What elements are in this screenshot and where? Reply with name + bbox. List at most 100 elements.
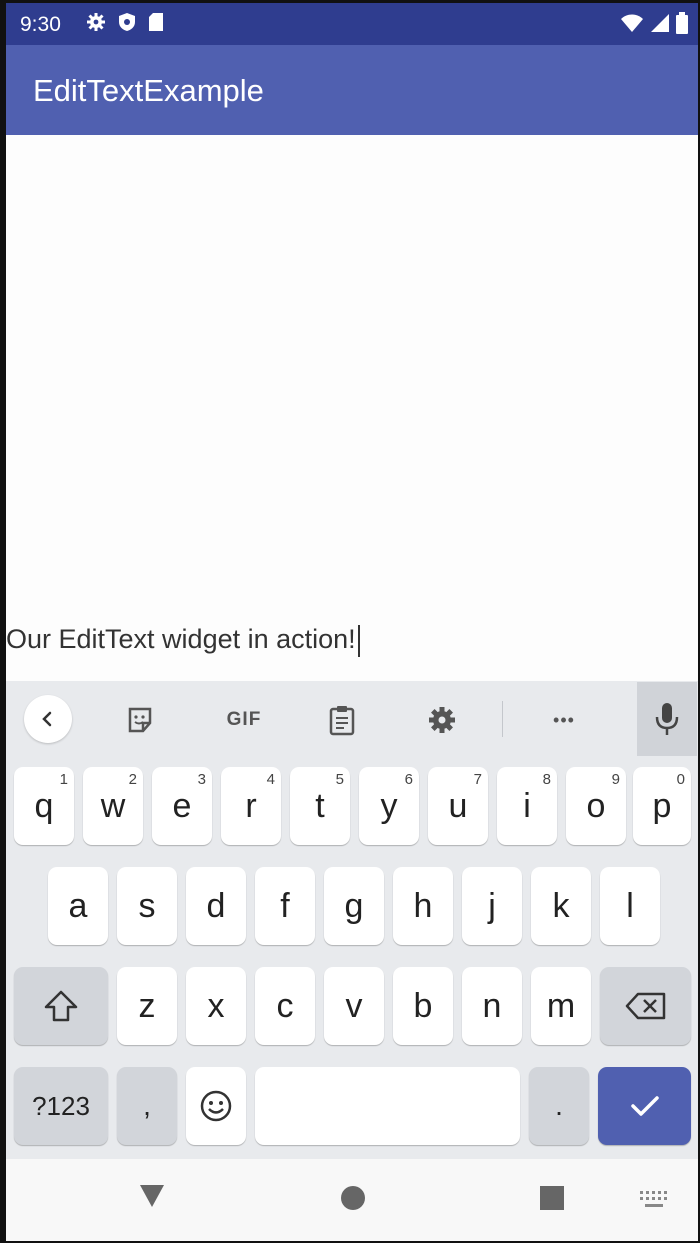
back-triangle-icon[interactable] (138, 1183, 166, 1214)
key-t[interactable]: t5 (290, 767, 350, 845)
shield-icon (118, 12, 136, 37)
key-label: m (546, 986, 576, 1025)
key-e[interactable]: e3 (152, 767, 212, 845)
key-hint: 5 (335, 771, 344, 788)
recents-square-icon[interactable] (539, 1185, 565, 1216)
key-f[interactable]: f (255, 867, 315, 945)
app-bar: EditTextExample (6, 45, 698, 135)
comma-key[interactable]: , (117, 1067, 177, 1145)
key-j[interactable]: j (462, 867, 522, 945)
key-s[interactable]: s (117, 867, 177, 945)
mic-icon[interactable] (637, 682, 697, 756)
key-label: r (245, 786, 257, 825)
key-hint: 8 (542, 771, 551, 788)
key-label: e (172, 786, 192, 825)
key-hint: 6 (404, 771, 413, 788)
key-q[interactable]: q1 (14, 767, 74, 845)
navigation-bar (6, 1159, 698, 1241)
sticker-icon[interactable] (114, 694, 166, 746)
key-n[interactable]: n (462, 967, 522, 1045)
key-k[interactable]: k (531, 867, 591, 945)
key-label: o (586, 786, 606, 825)
key-w[interactable]: w2 (83, 767, 143, 845)
status-bar: 9:30 (6, 3, 698, 45)
edit-text-value: Our EditText widget in action! (6, 624, 356, 654)
key-i[interactable]: i8 (497, 767, 557, 845)
space-bar[interactable] (255, 1067, 520, 1145)
key-label: p (652, 786, 672, 825)
key-label: f (280, 886, 290, 925)
symbols-key[interactable]: ?123 (14, 1067, 108, 1145)
key-l[interactable]: l (600, 867, 660, 945)
more-icon[interactable]: ••• (538, 694, 590, 746)
gif-button[interactable]: GIF (214, 694, 274, 746)
key-hint: 7 (473, 771, 482, 788)
clipboard-icon[interactable] (316, 694, 368, 746)
content-area (6, 135, 698, 681)
key-label: a (68, 886, 88, 925)
key-label: z (138, 986, 156, 1025)
key-o[interactable]: o9 (566, 767, 626, 845)
key-label: u (448, 786, 468, 825)
emoji-icon (200, 1090, 232, 1122)
key-hint: 0 (676, 771, 685, 788)
edit-text-field[interactable]: Our EditText widget in action! (6, 624, 360, 657)
key-label: k (552, 886, 570, 925)
toolbar-divider (502, 701, 503, 737)
period-key[interactable]: . (529, 1067, 589, 1145)
key-hint: 1 (59, 771, 68, 788)
key-u[interactable]: u7 (428, 767, 488, 845)
gear-icon[interactable] (416, 694, 468, 746)
key-c[interactable]: c (255, 967, 315, 1045)
key-m[interactable]: m (531, 967, 591, 1045)
key-label: v (345, 986, 363, 1025)
key-label: w (100, 786, 126, 825)
home-circle-icon[interactable] (340, 1185, 366, 1216)
key-x[interactable]: x (186, 967, 246, 1045)
key-hint: 3 (197, 771, 206, 788)
sd-card-icon (148, 12, 164, 37)
key-label: x (207, 986, 225, 1025)
key-h[interactable]: h (393, 867, 453, 945)
backspace-icon (625, 992, 665, 1020)
chevron-left-icon[interactable] (24, 695, 72, 743)
key-label: g (344, 886, 364, 925)
key-hint: 2 (128, 771, 137, 788)
key-label: i (523, 786, 531, 825)
soft-keyboard: GIF ••• q1 w2 e3 r4 t5 y6 u7 i8 o9 p0 a … (6, 681, 698, 1159)
backspace-key[interactable] (600, 967, 691, 1045)
key-y[interactable]: y6 (359, 767, 419, 845)
battery-icon (676, 12, 688, 39)
key-b[interactable]: b (393, 967, 453, 1045)
key-label: c (276, 986, 294, 1025)
key-g[interactable]: g (324, 867, 384, 945)
key-v[interactable]: v (324, 967, 384, 1045)
key-p[interactable]: p0 (633, 767, 691, 845)
shift-key[interactable] (14, 967, 108, 1045)
key-label: y (380, 786, 398, 825)
key-label: t (315, 786, 325, 825)
checkmark-icon (630, 1096, 659, 1116)
keyboard-switch-icon[interactable] (639, 1189, 669, 1214)
emoji-key[interactable] (186, 1067, 246, 1145)
text-cursor (357, 624, 360, 657)
key-label: q (34, 786, 54, 825)
key-hint: 9 (611, 771, 620, 788)
key-label: d (206, 886, 226, 925)
key-r[interactable]: r4 (221, 767, 281, 845)
gear-icon (86, 12, 106, 37)
key-label: n (482, 986, 502, 1025)
shift-icon (44, 990, 78, 1022)
key-label: h (413, 886, 433, 925)
key-hint: 4 (266, 771, 275, 788)
app-title: EditTextExample (33, 73, 264, 108)
key-a[interactable]: a (48, 867, 108, 945)
key-d[interactable]: d (186, 867, 246, 945)
enter-key[interactable] (598, 1067, 691, 1145)
key-z[interactable]: z (117, 967, 177, 1045)
key-label: b (413, 986, 433, 1025)
status-time: 9:30 (20, 13, 61, 36)
signal-icon (650, 13, 670, 38)
key-label: j (488, 886, 496, 925)
key-label: l (626, 886, 634, 925)
